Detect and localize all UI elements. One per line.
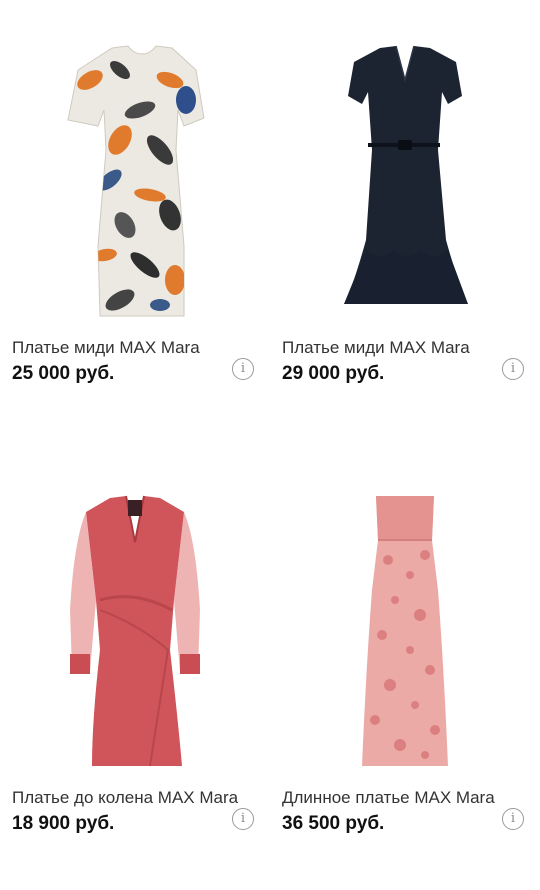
product-title[interactable]: Длинное платье MAX Mara — [282, 788, 495, 808]
product-price: 18 900 руб. — [12, 813, 115, 834]
coral-dress-image — [70, 495, 200, 767]
product-grid: Платье миди MAX Mara 25 000 руб. i Плать… — [0, 0, 540, 880]
product-image[interactable] — [270, 450, 540, 780]
product-image[interactable] — [0, 450, 270, 780]
product-image[interactable] — [0, 0, 270, 330]
product-card[interactable]: Длинное платье MAX Mara 36 500 руб. i — [270, 450, 540, 890]
product-price: 36 500 руб. — [282, 813, 385, 834]
product-card[interactable]: Платье миди MAX Mara 25 000 руб. i — [0, 0, 270, 440]
product-card[interactable]: Платье миди MAX Mara 29 000 руб. i — [270, 0, 540, 440]
product-image[interactable] — [270, 0, 540, 330]
pink-dress-image — [362, 496, 448, 766]
info-icon[interactable]: i — [502, 808, 524, 830]
navy-dress-image — [344, 45, 468, 304]
product-price: 29 000 руб. — [282, 363, 385, 384]
product-title[interactable]: Платье миди MAX Mara — [12, 338, 200, 358]
info-icon[interactable]: i — [232, 808, 254, 830]
floral-dress-image — [67, 45, 205, 317]
info-icon[interactable]: i — [502, 358, 524, 380]
product-price: 25 000 руб. — [12, 363, 115, 384]
info-icon[interactable]: i — [232, 358, 254, 380]
product-title[interactable]: Платье до колена MAX Mara — [12, 788, 238, 808]
product-card[interactable]: Платье до колена MAX Mara 18 900 руб. i — [0, 450, 270, 890]
product-title[interactable]: Платье миди MAX Mara — [282, 338, 470, 358]
